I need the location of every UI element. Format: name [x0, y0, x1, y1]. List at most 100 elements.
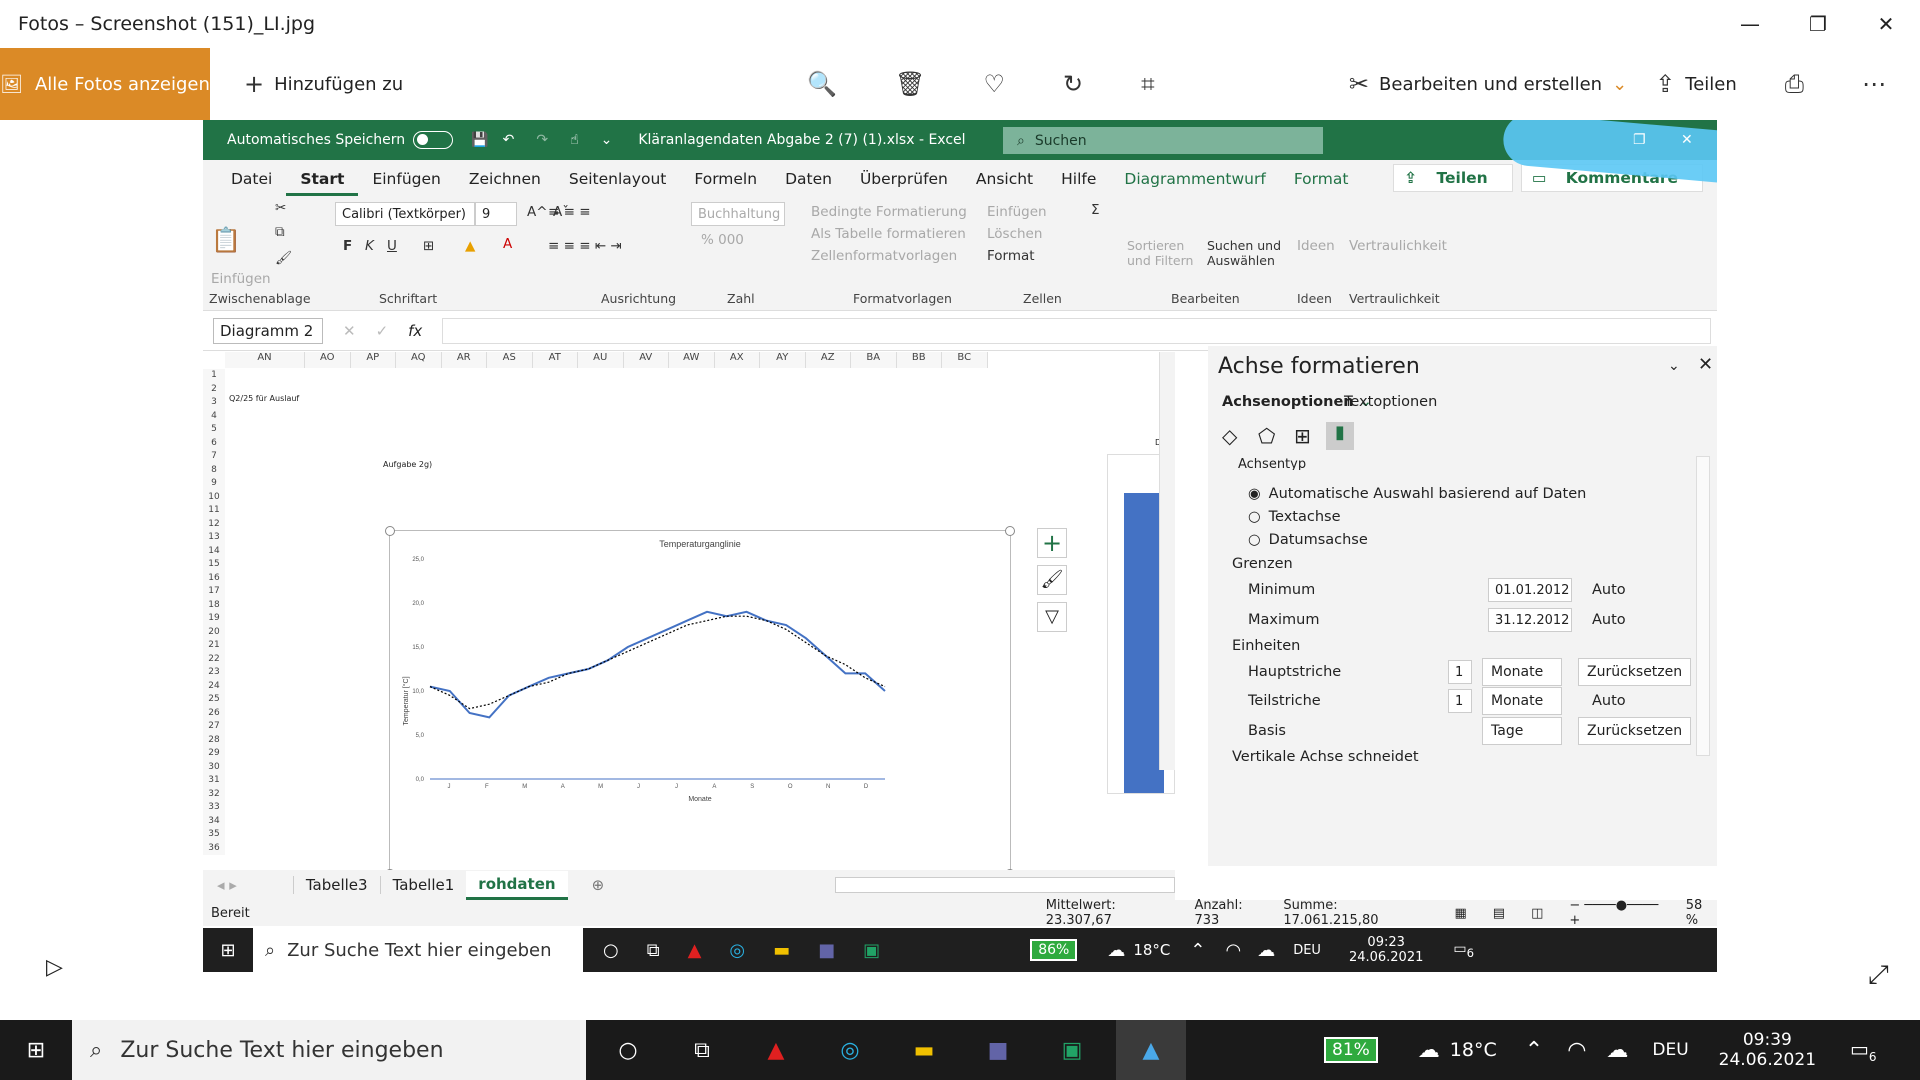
- undo-icon[interactable]: ↶: [503, 132, 515, 148]
- excel-restore-icon[interactable]: ❐: [1633, 132, 1646, 148]
- all-photos-button[interactable]: 🖼 Alle Fotos anzeigen: [0, 48, 210, 120]
- border-icon[interactable]: ⊞: [423, 238, 434, 254]
- series-line-1[interactable]: [429, 610, 886, 719]
- taskview-icon[interactable]: ⧉: [647, 940, 660, 961]
- column-header[interactable]: AW: [669, 352, 715, 368]
- insert-cells-button[interactable]: Einfügen: [987, 204, 1047, 220]
- minimum-input[interactable]: 01.01.2012: [1488, 578, 1572, 602]
- language[interactable]: DEU: [1652, 1040, 1688, 1060]
- panel-options-icon[interactable]: ⌄: [1668, 358, 1680, 374]
- row-header[interactable]: 32: [203, 787, 225, 801]
- row-header[interactable]: 31: [203, 774, 225, 788]
- column-header[interactable]: AO: [305, 352, 351, 368]
- inner-battery[interactable]: 86%: [1030, 939, 1078, 961]
- edit-create-button[interactable]: ✂ Bearbeiten und erstellen ⌄: [1335, 48, 1641, 120]
- cortana-icon[interactable]: ○: [603, 940, 619, 961]
- enter-icon[interactable]: ✓: [376, 322, 389, 340]
- sheet-tab-tabelle1[interactable]: Tabelle1: [379, 876, 467, 894]
- ribbon-share-button[interactable]: ⇪ Teilen: [1393, 164, 1513, 192]
- slideshow-play-icon[interactable]: ▷: [46, 955, 63, 980]
- row-header[interactable]: 5: [203, 423, 225, 437]
- inner-lang[interactable]: DEU: [1293, 943, 1321, 958]
- row-header[interactable]: 36: [203, 841, 225, 855]
- bold-button[interactable]: F: [343, 238, 352, 254]
- more-button[interactable]: ⋯: [1848, 48, 1900, 120]
- row-header[interactable]: 4: [203, 409, 225, 423]
- zoom-in-icon[interactable]: 🔍: [807, 70, 837, 98]
- column-header[interactable]: AV: [623, 352, 669, 368]
- row-header[interactable]: 27: [203, 720, 225, 734]
- onedrive-icon[interactable]: ☁: [1606, 1038, 1628, 1063]
- radio-auto[interactable]: ◉ Automatische Auswahl basierend auf Date…: [1248, 486, 1586, 502]
- radio-text-axis[interactable]: ○ Textachse: [1248, 509, 1341, 525]
- explorer-icon[interactable]: ▬: [773, 940, 790, 961]
- share-button[interactable]: ⇪ Teilen: [1641, 48, 1751, 120]
- zoom-level[interactable]: 58 %: [1686, 898, 1717, 928]
- row-header[interactable]: 9: [203, 477, 225, 491]
- taskbar-search[interactable]: ⌕ Zur Suche Text hier eingeben: [72, 1020, 586, 1080]
- column-header[interactable]: AP: [350, 352, 396, 368]
- minor-unit-select[interactable]: Monate: [1482, 687, 1562, 715]
- font-select[interactable]: Calibri (Textkörper): [335, 202, 475, 226]
- chart-filter-button[interactable]: ▽: [1037, 602, 1067, 632]
- find-select-button[interactable]: Suchen und Auswählen: [1207, 238, 1291, 268]
- size-properties-icon[interactable]: ⊞: [1294, 424, 1311, 448]
- restore-icon[interactable]: ❐: [1784, 12, 1852, 36]
- tab-daten[interactable]: Daten: [771, 170, 846, 196]
- column-header[interactable]: AS: [487, 352, 533, 368]
- sum-icon[interactable]: Σ: [1091, 202, 1100, 218]
- close-icon[interactable]: ✕: [1852, 12, 1920, 36]
- column-header[interactable]: AY: [760, 352, 806, 368]
- panel-scrollbar[interactable]: [1696, 456, 1710, 756]
- rotate-icon[interactable]: ↻: [1063, 70, 1083, 98]
- tab-ueberpruefen[interactable]: Überprüfen: [846, 170, 962, 196]
- teams-icon[interactable]: ■: [818, 940, 835, 961]
- cut-icon[interactable]: ✂: [275, 200, 286, 216]
- inner-taskbar-search[interactable]: ⌕ Zur Suche Text hier eingeben: [253, 928, 583, 972]
- maximum-input[interactable]: 31.12.2012: [1488, 608, 1572, 632]
- major-reset-button[interactable]: Zurücksetzen: [1578, 658, 1692, 686]
- name-box[interactable]: Diagramm 2: [213, 317, 323, 344]
- tab-datei[interactable]: Datei: [217, 170, 286, 196]
- delete-icon[interactable]: 🗑: [895, 70, 925, 98]
- add-to-button[interactable]: + Hinzufügen zu: [230, 48, 417, 120]
- column-header[interactable]: BB: [896, 352, 942, 368]
- battery[interactable]: 81%: [1324, 1037, 1378, 1063]
- teams-button[interactable]: ■: [968, 1020, 1028, 1080]
- tab-ansicht[interactable]: Ansicht: [962, 170, 1047, 196]
- tab-seitenlayout[interactable]: Seitenlayout: [555, 170, 680, 196]
- weather-icon[interactable]: ☁: [1107, 940, 1125, 961]
- row-header[interactable]: 24: [203, 679, 225, 693]
- tab-text-options[interactable]: Textoptionen: [1344, 394, 1437, 410]
- edge-button[interactable]: ◎: [820, 1020, 880, 1080]
- minimize-icon[interactable]: —: [1716, 12, 1784, 36]
- format-painter-icon[interactable]: 🖌: [275, 250, 292, 266]
- ideas-button[interactable]: Ideen: [1297, 238, 1335, 254]
- row-header[interactable]: 19: [203, 612, 225, 626]
- percent-icon[interactable]: % 000: [701, 232, 744, 248]
- row-header[interactable]: 15: [203, 558, 225, 572]
- excel-button[interactable]: ▣: [1042, 1020, 1102, 1080]
- inner-notification[interactable]: ▭6: [1453, 941, 1474, 960]
- as-table-button[interactable]: Als Tabelle formatieren: [811, 226, 966, 242]
- vertical-scrollbar[interactable]: [1159, 352, 1175, 770]
- grow-font-icon[interactable]: A^: [527, 204, 548, 220]
- effects-icon[interactable]: ⬠: [1258, 424, 1275, 448]
- excel-icon[interactable]: ▣: [863, 940, 880, 961]
- column-header[interactable]: AT: [532, 352, 578, 368]
- taskview-button[interactable]: ⧉: [672, 1020, 732, 1080]
- tab-format[interactable]: Format: [1280, 170, 1363, 196]
- align-h-icons[interactable]: ≡ ≡ ≡ ⇤ ⇥: [548, 238, 622, 254]
- chart-handle[interactable]: [385, 526, 395, 536]
- row-header[interactable]: 8: [203, 463, 225, 477]
- row-header[interactable]: 28: [203, 733, 225, 747]
- chart-elements-button[interactable]: +: [1037, 528, 1067, 558]
- explorer-button[interactable]: ▬: [894, 1020, 954, 1080]
- column-header[interactable]: AQ: [396, 352, 442, 368]
- fullscreen-icon[interactable]: ⤢: [1868, 960, 1889, 991]
- edge-icon[interactable]: ◎: [729, 940, 745, 961]
- start-button[interactable]: ⊞: [0, 1020, 72, 1080]
- fill-color-icon[interactable]: ▲: [465, 238, 475, 254]
- tab-einfuegen[interactable]: Einfügen: [358, 170, 454, 196]
- print-button[interactable]: ⎙: [1771, 48, 1818, 120]
